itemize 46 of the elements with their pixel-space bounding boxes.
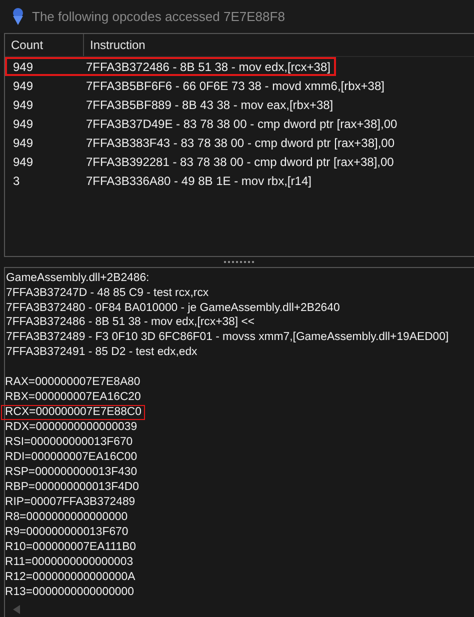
table-row[interactable]: 949 7FFA3B37D49E - 83 78 38 00 - cmp dword ptr [rax+38],00	[5, 114, 404, 133]
count-cell-text: 949	[12, 98, 34, 112]
disassembly-line: 7FFA3B372486 - 8B 51 38 - mov edx,[rcx+38] <<	[6, 315, 256, 330]
disassembly-line: 7FFA3B37247D - 48 85 C9 - test rcx,rcx	[6, 286, 210, 301]
register-line: RBX=000000007EA16C20	[4, 390, 142, 405]
register-line: R10=000000007EA111B0	[4, 540, 138, 555]
disassembly-line: GameAssembly.dll+2B2486:	[6, 271, 150, 286]
window-title: The following opcodes accessed 7E7E88F8	[32, 9, 285, 24]
register-line: R11=0000000000000003	[4, 554, 134, 570]
count-cell-text: 949	[12, 154, 34, 168]
table-row[interactable]: 949 7FFA3B372486 - 8B 51 38 - mov edx,[rcx+38]	[5, 57, 336, 76]
disassembly-line: 7FFA3B372480 - 0F84 BA010000 - je GameAssembly.dll+2B2640	[6, 300, 341, 316]
count-cell-text: 949	[12, 78, 34, 92]
register-line: R9=000000000013F670	[4, 524, 130, 540]
count-cell-text: 949	[12, 116, 34, 130]
instruction-cell: 7FFA3B336A80 - 49 8B 1E - mov rbx,[r14]	[85, 174, 312, 188]
instruction-cell: 7FFA3B392281 - 83 78 38 00 - cmp dword ptr [rax+38],00	[85, 154, 394, 168]
register-line: RIP=00007FFA3B372489	[4, 494, 136, 510]
register-line: RDI=000000007EA16C00	[4, 450, 138, 465]
register-line: R13=0000000000000000	[4, 584, 135, 600]
count-cell-text: 949	[12, 136, 34, 150]
register-line: RSP=000000000013F430	[4, 464, 138, 480]
table-row[interactable]: 3 7FFA3B336A80 - 49 8B 1E - mov rbx,[r14]	[5, 171, 336, 190]
table-row[interactable]: 949 7FFA3B383F43 - 83 78 38 00 - cmp dword ptr [rax+38],00	[5, 133, 401, 152]
instruction-cell: 7FFA3B372486 - 8B 51 38 - mov edx,[rcx+38]	[85, 60, 330, 74]
instruction-cell: 7FFA3B5BF889 - 8B 43 38 - mov eax,[rbx+38]	[85, 98, 334, 112]
count-cell-text: 3	[12, 174, 21, 188]
column-header[interactable]: Count	[5, 38, 83, 52]
instruction-cell: 7FFA3B5BF6F6 - 66 0F6E 73 38 - movd xmm6,[rbx+38]	[85, 78, 384, 92]
arrow-down-icon	[10, 6, 26, 26]
disassembly-line: 7FFA3B372491 - 85 D2 - test edx,edx	[6, 344, 198, 360]
table-row[interactable]: 949 7FFA3B5BF6F6 - 66 0F6E 73 38 - movd xmm6,[rbx+38]	[5, 76, 390, 95]
table-row[interactable]: 949 7FFA3B392281 - 83 78 38 00 - cmp dword ptr [rax+38],00	[5, 152, 400, 171]
instruction-cell: 7FFA3B37D49E - 83 78 38 00 - cmp dword ptr [rax+38],00	[85, 116, 398, 130]
splitter-handle[interactable]	[224, 261, 254, 263]
register-line: RBP=000000000013F4D0	[4, 480, 140, 495]
register-line: RDX=0000000000000039	[4, 420, 138, 435]
register-line: R12=000000000000000A	[4, 570, 136, 585]
table-row[interactable]: 949 7FFA3B5BF889 - 8B 43 38 - mov eax,[rbx+38]	[5, 95, 340, 114]
register-line: RAX=000000007E7E8A80	[4, 374, 142, 390]
instruction-cell: 7FFA3B383F43 - 83 78 38 00 - cmp dword ptr [rax+38],00	[85, 136, 395, 150]
count-cell-text: 949	[12, 60, 34, 74]
column-header[interactable]: Instruction	[83, 34, 146, 56]
register-line: RSI=000000000013F670	[4, 434, 134, 450]
register-line: R8=0000000000000000	[4, 510, 129, 525]
disassembly-line: 7FFA3B372489 - F3 0F10 3D 6FC86F01 - movss xmm7,[GameAssembly.dll+19AED00]	[6, 330, 450, 345]
